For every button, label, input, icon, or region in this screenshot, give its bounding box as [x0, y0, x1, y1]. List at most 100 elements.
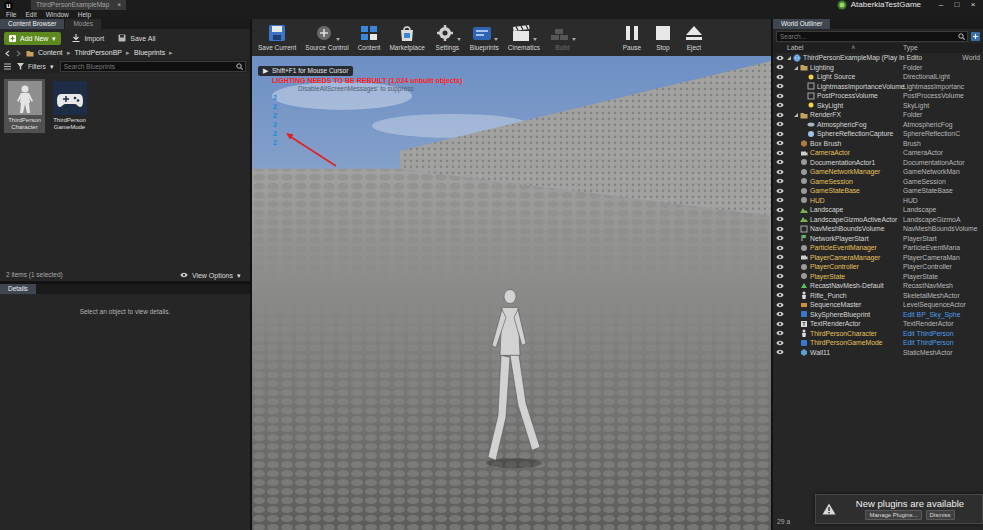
type-column-header[interactable]: Type: [903, 43, 983, 53]
window-control-button[interactable]: ×: [967, 0, 979, 10]
mouse-cursor-hint[interactable]: ▶Shift+F1 for Mouse Cursor: [258, 66, 353, 76]
outliner-row[interactable]: SphereReflectionCaptureSphereReflectionC: [773, 129, 983, 139]
dropdown-arrow[interactable]: [494, 38, 498, 41]
toolbar-button[interactable]: Marketplace: [387, 24, 426, 52]
outliner-row[interactable]: LandscapeLandscape: [773, 205, 983, 215]
outliner-row[interactable]: AtmosphericFog AtmosphericFog: [773, 120, 983, 130]
viewport[interactable]: ▶Shift+F1 for Mouse CursorLIGHTING NEEDS…: [252, 56, 771, 530]
outliner-row[interactable]: LightmassImportanceVolumeLightmassImport…: [773, 82, 983, 92]
outliner-row[interactable]: NavMeshBoundsVolumeNavMeshBoundsVolume: [773, 224, 983, 234]
level-tab[interactable]: ThirdPersonExampleMap×: [31, 0, 126, 10]
outliner-search-input[interactable]: [777, 32, 958, 41]
menu-item[interactable]: Window: [46, 10, 69, 19]
search-input[interactable]: [61, 62, 236, 71]
outliner-row[interactable]: ThirdPersonExampleMap (Play In EditoWorl…: [773, 53, 983, 63]
volume-icon: [800, 225, 808, 233]
expand-spacer: [794, 245, 799, 250]
window-control-button[interactable]: □: [951, 0, 963, 10]
row-label-cell: PlayerController: [787, 262, 903, 272]
expand-arrow[interactable]: [787, 55, 792, 60]
expand-spacer: [801, 84, 806, 89]
save-all-button[interactable]: Save All: [115, 33, 158, 44]
notification-button[interactable]: Dismiss: [926, 510, 955, 520]
outliner-row[interactable]: GameStateBaseGameStateBase: [773, 186, 983, 196]
editor-window: uThirdPersonExampleMap×AtaberkiaTestGame…: [0, 0, 983, 530]
toolbar-button[interactable]: Pause: [619, 24, 645, 52]
outliner-row[interactable]: ThirdPersonGameModeEdit ThirdPerson: [773, 338, 983, 348]
filters-button[interactable]: Filters▾: [15, 62, 56, 71]
outliner-row[interactable]: SkyLightSkyLight: [773, 101, 983, 111]
outliner-row[interactable]: Wall11StaticMeshActor: [773, 348, 983, 358]
row-label-cell: SkyLight: [787, 101, 903, 111]
dropdown-arrow[interactable]: [457, 38, 461, 41]
outliner-row[interactable]: GameSessionGameSession: [773, 177, 983, 187]
view-options-button[interactable]: View Options▾: [177, 270, 244, 281]
outliner-search-bar: [773, 29, 983, 43]
outliner-row[interactable]: Rifle_PunchSkeletalMeshActor: [773, 291, 983, 301]
outliner-row[interactable]: PlayerStatePlayerState: [773, 272, 983, 282]
outliner-row[interactable]: RecastNavMesh-DefaultRecastNavMesh: [773, 281, 983, 291]
outliner-row[interactable]: RenderFXFolder: [773, 110, 983, 120]
close-tab-button[interactable]: ×: [117, 0, 121, 10]
toolbar-button[interactable]: Eject: [681, 24, 707, 52]
panel-tab[interactable]: Content Browser: [0, 19, 64, 29]
outliner-row[interactable]: LandscapeGizmoActiveActorLandscapeGizmoA: [773, 215, 983, 225]
row-label: AtmosphericFog: [817, 120, 867, 130]
toolbar-button[interactable]: Save Current: [256, 24, 298, 52]
row-label-cell: SequenceMaster: [787, 300, 903, 310]
outliner-row[interactable]: ThirdPersonCharacterEdit ThirdPerson: [773, 329, 983, 339]
outliner-row[interactable]: DocumentationActor1DocumentationActor: [773, 158, 983, 168]
import-button[interactable]: Import: [69, 33, 107, 44]
outliner-row[interactable]: PlayerCameraManagerPlayerCameraMan: [773, 253, 983, 263]
label-column-header[interactable]: Label˄: [787, 43, 903, 53]
path-crumb[interactable]: Content: [38, 48, 63, 58]
outliner-row[interactable]: ParticleEventManagerParticleEventMana: [773, 243, 983, 253]
panel-tab[interactable]: Modes: [65, 19, 101, 29]
outliner-row[interactable]: SkySphereBlueprintEdit BP_Sky_Sphe: [773, 310, 983, 320]
dropdown-arrow[interactable]: [336, 38, 340, 41]
menu-item[interactable]: File: [6, 10, 16, 19]
asset-tile[interactable]: ThirdPerson Character: [4, 79, 45, 133]
toolbar-button[interactable]: Source Control: [303, 24, 350, 52]
world-outliner: World Outliner Label˄TypeThirdPersonExamp…: [773, 19, 983, 530]
light-icon: [807, 73, 815, 81]
back-arrow-icon: [4, 50, 11, 57]
outliner-row[interactable]: Light SourceDirectionalLight: [773, 72, 983, 82]
outliner-row[interactable]: LightingFolder: [773, 63, 983, 73]
outliner-tab[interactable]: World Outliner: [773, 19, 830, 29]
outliner-row[interactable]: CameraActorCameraActor: [773, 148, 983, 158]
toolbar-button[interactable]: Build: [547, 24, 578, 52]
toolbar-button[interactable]: Content: [356, 24, 383, 52]
path-crumb[interactable]: ThirdPersonBP: [75, 48, 122, 58]
project-name: AtaberkiaTestGame: [851, 0, 921, 10]
notification-button[interactable]: Manage Plugins...: [865, 510, 921, 520]
window-control-button[interactable]: –: [935, 0, 947, 10]
left-panels: Content BrowserModes Add New▾ Import Save A…: [0, 19, 250, 530]
asset-tile[interactable]: ThirdPerson GameMode: [49, 79, 90, 133]
menu-item[interactable]: Help: [78, 10, 91, 19]
toolbar-button[interactable]: Stop: [650, 24, 676, 52]
toolbar-button[interactable]: Settings: [432, 24, 463, 52]
outliner-row[interactable]: HUDHUD: [773, 196, 983, 206]
dropdown-arrow[interactable]: [533, 38, 537, 41]
outliner-row[interactable]: Box BrushBrush: [773, 139, 983, 149]
row-label-cell: LightmassImportanceVolume: [787, 82, 903, 92]
dropdown-arrow[interactable]: [572, 38, 576, 41]
outliner-row[interactable]: SequenceMasterLevelSequenceActor: [773, 300, 983, 310]
toolbar-button[interactable]: Cinematics: [506, 24, 542, 52]
expand-arrow[interactable]: [794, 112, 799, 117]
row-type: AtmosphericFog: [903, 120, 983, 130]
outliner-row[interactable]: PlayerControllerPlayerController: [773, 262, 983, 272]
outliner-row[interactable]: TextRenderActorTextRenderActor: [773, 319, 983, 329]
info-icon: [800, 187, 808, 195]
add-new-button[interactable]: Add New▾: [4, 32, 61, 45]
expand-arrow[interactable]: [794, 65, 799, 70]
toolbar-button[interactable]: Blueprints: [468, 24, 501, 52]
menu-item[interactable]: Edit: [25, 10, 36, 19]
details-tab[interactable]: Details: [0, 284, 36, 294]
outliner-row[interactable]: NetworkPlayerStartPlayerStart: [773, 234, 983, 244]
outliner-row[interactable]: PostProcessVolumePostProcessVolume: [773, 91, 983, 101]
path-crumb[interactable]: Blueprints: [134, 48, 165, 58]
toolbar-icon-row: [621, 24, 643, 42]
outliner-row[interactable]: GameNetworkManagerGameNetworkMan: [773, 167, 983, 177]
